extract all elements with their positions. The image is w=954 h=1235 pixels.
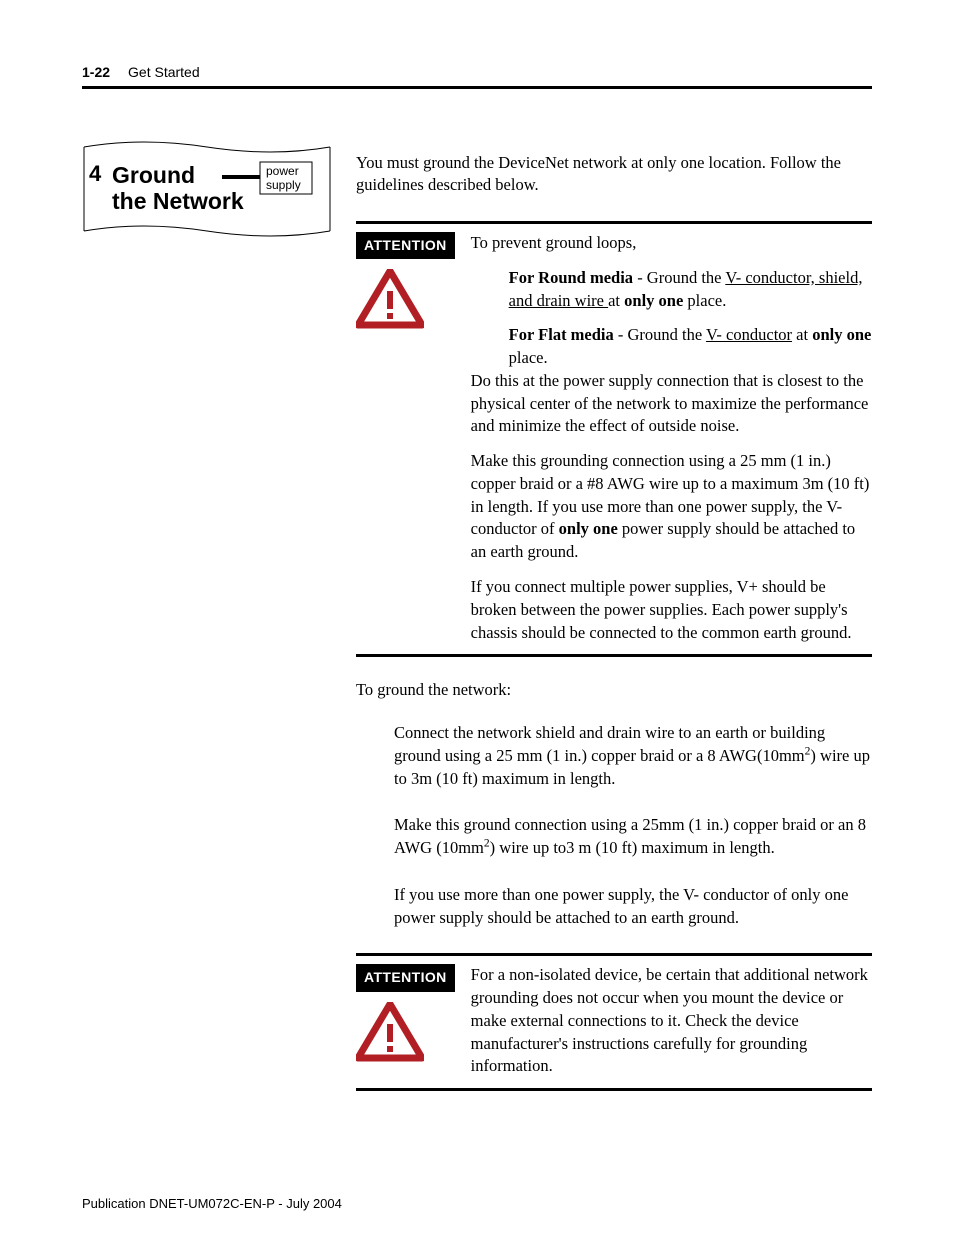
publication-footer: Publication DNET-UM072C-EN-P - July 2004 [82, 1196, 342, 1211]
ps-line1: power [266, 164, 299, 178]
warning-icon [356, 1002, 424, 1069]
chapter-title: Get Started [128, 64, 200, 80]
ground-step-1: Connect the network shield and drain wir… [394, 722, 872, 790]
attention1-lead: To prevent ground loops, [471, 232, 872, 255]
attention-block-2: ATTENTION For a non-isolated device, be … [356, 953, 872, 1091]
attention-label: ATTENTION [356, 232, 455, 259]
ground-step-2: Make this ground connection using a 25mm… [394, 814, 872, 860]
header-divider [82, 86, 872, 89]
attention-label: ATTENTION [356, 964, 455, 991]
ps-line2: supply [266, 178, 301, 192]
ground-step-3: If you use more than one power supply, t… [394, 884, 872, 930]
attention1-round-media: For Round media - Ground the V- conducto… [509, 267, 872, 313]
step-title-line1: Ground [112, 162, 195, 188]
page-number: 1-22 [82, 64, 110, 80]
step-title-line2: the Network [112, 188, 244, 214]
attention2-body: For a non-isolated device, be certain th… [471, 964, 872, 1078]
step-number-text: 4 [89, 161, 102, 186]
attention1-p4: If you connect multiple power supplies, … [471, 576, 872, 644]
attention1-flat-media: For Flat media - Ground the V- conductor… [509, 324, 872, 370]
page-header: 1-22 Get Started [82, 64, 872, 80]
intro-paragraph: You must ground the DeviceNet network at… [356, 152, 872, 198]
round-media-head: For Round media [509, 268, 633, 287]
to-ground-heading: To ground the network: [356, 679, 872, 702]
step-figure: 4 Ground the Network power supply [82, 135, 332, 245]
attention1-p2: Do this at the power supply connection t… [471, 370, 872, 438]
warning-icon [356, 269, 424, 336]
attention1-p3: Make this grounding connection using a 2… [471, 450, 872, 564]
attention-block-1: ATTENTION To prevent ground loops, For R… [356, 221, 872, 657]
flat-media-head: For Flat media [509, 325, 614, 344]
